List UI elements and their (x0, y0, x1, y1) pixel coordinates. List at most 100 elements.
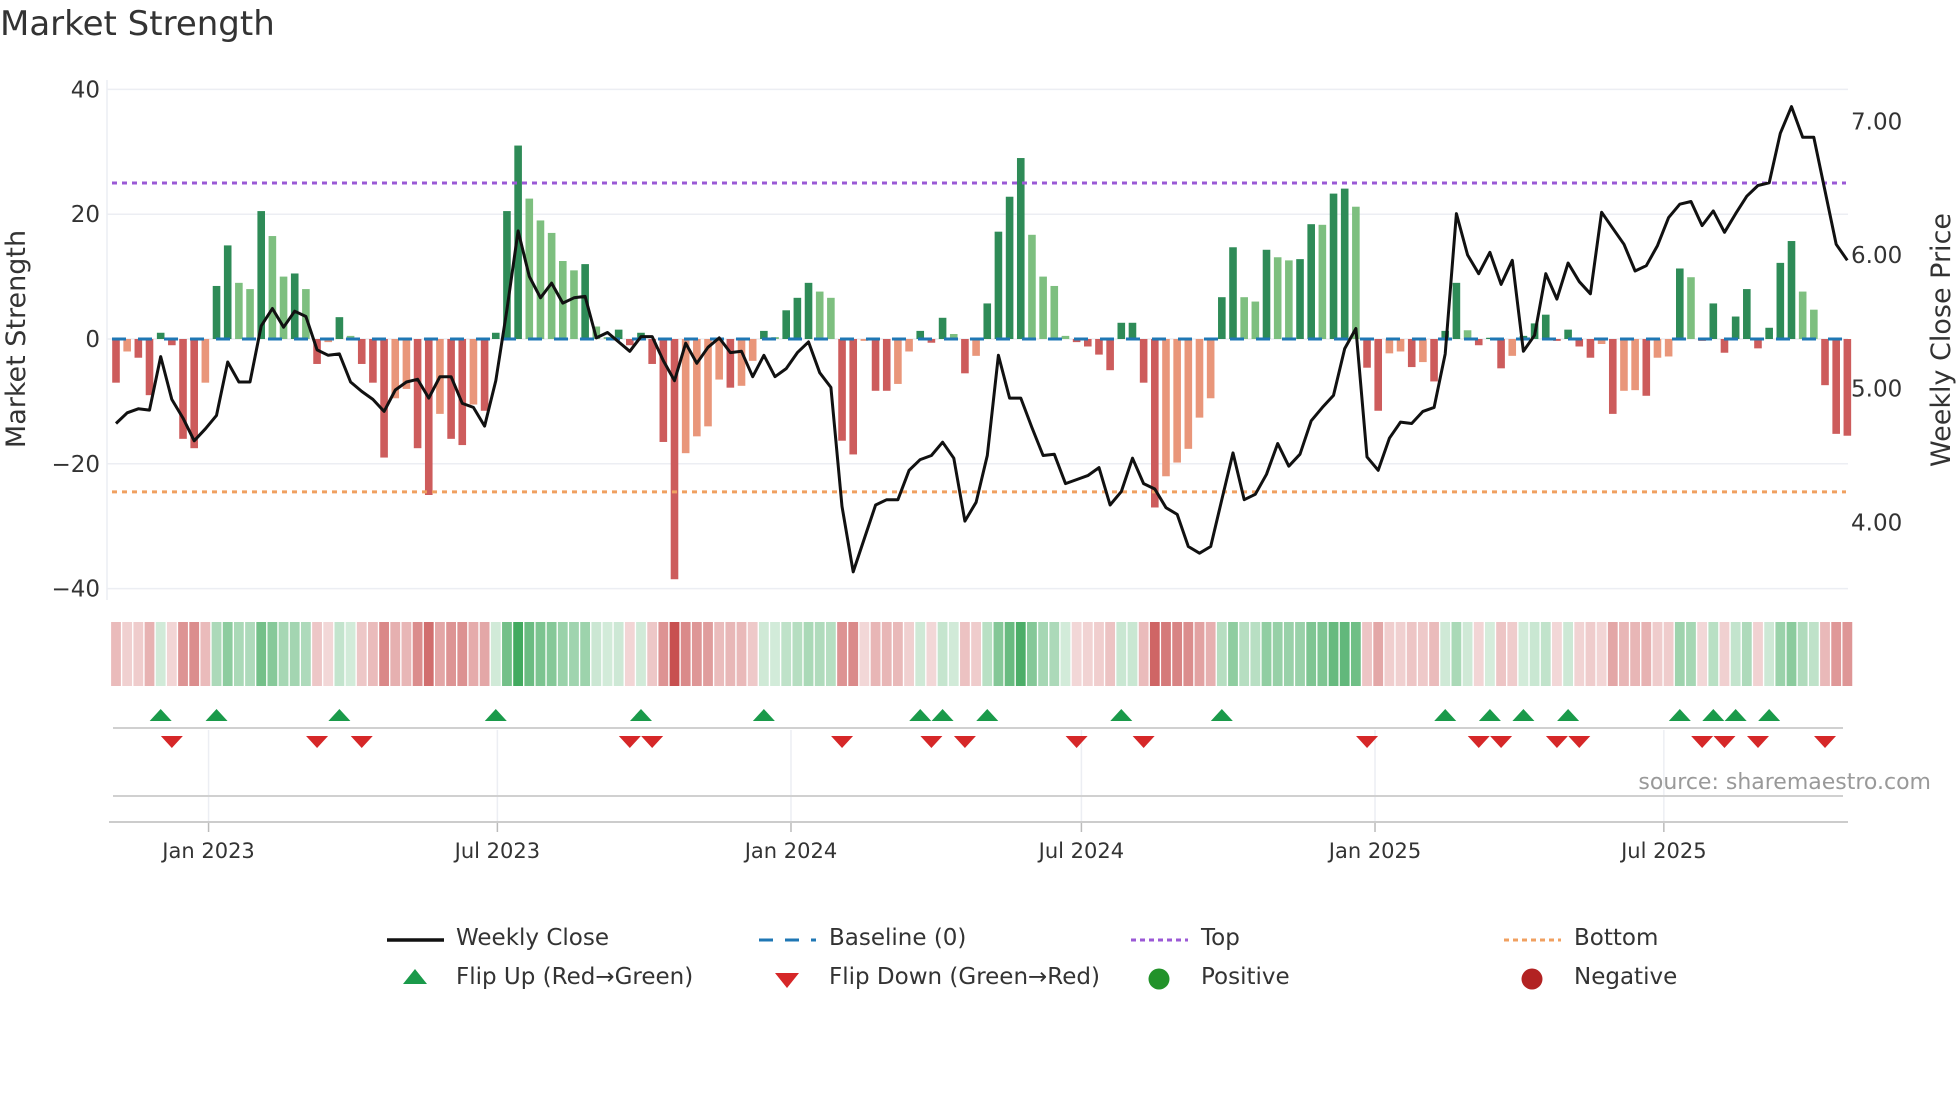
legend-item-label[interactable]: Flip Down (Green→Red) (829, 964, 1100, 990)
heat-cell (256, 622, 267, 686)
heat-cell (233, 622, 244, 686)
heat-cell (770, 622, 780, 686)
bar-negative (1363, 339, 1371, 368)
heat-cell (1775, 622, 1786, 686)
heat-cell (1362, 622, 1372, 686)
legend-item-label[interactable]: Baseline (0) (829, 925, 966, 951)
heat-cell (1842, 622, 1853, 686)
bar-negative (1631, 339, 1639, 391)
heat-cell (1641, 622, 1652, 686)
heat-cell (736, 622, 747, 686)
heat-cell (602, 622, 613, 686)
heat-cell (111, 622, 121, 686)
heat-cell (636, 622, 646, 686)
heat-cell (1529, 622, 1540, 686)
heat-cell (1272, 622, 1283, 686)
legend-item-label[interactable]: Bottom (1574, 925, 1658, 951)
flip-up-marker (328, 709, 351, 721)
bar-negative (1396, 339, 1405, 352)
heat-cell (390, 622, 401, 686)
bar-negative (972, 339, 980, 356)
heat-cell (557, 622, 568, 686)
bar-positive (1541, 314, 1550, 339)
heat-cell (569, 622, 579, 686)
heat-cell (1607, 622, 1618, 686)
legend-item-label[interactable]: Flip Up (Red→Green) (456, 964, 693, 990)
bar-positive (1016, 158, 1025, 339)
bar-negative (1419, 339, 1427, 363)
heat-cell (222, 622, 233, 686)
legend-item-label[interactable]: Positive (1201, 964, 1290, 990)
flip-down-marker (1132, 736, 1155, 748)
bar-positive (1005, 196, 1014, 339)
bar-negative (190, 339, 198, 449)
legend-item-label[interactable]: Negative (1574, 964, 1677, 990)
heat-cell (133, 622, 144, 686)
heat-cell (1652, 622, 1663, 686)
flip-up-marker (1210, 709, 1233, 721)
bar-negative (1642, 339, 1651, 396)
bar-negative (458, 339, 467, 446)
market-strength-chart: 40 20 0 −20 −40 Market Strength 7.00 6.00 5.00 4.… (1, 77, 1957, 990)
heat-cell (948, 622, 959, 686)
x-tick-label: Jan 2023 (160, 839, 255, 863)
heat-cell (155, 622, 166, 686)
bar-negative (1821, 339, 1829, 386)
bar-negative (1374, 339, 1383, 411)
bar-negative (1508, 339, 1517, 356)
bar-positive (1039, 276, 1047, 339)
heat-cell (312, 622, 322, 686)
heat-cell (144, 622, 155, 686)
heat-cell (178, 622, 188, 686)
bar-negative (1832, 339, 1840, 434)
flip-down-marker (160, 736, 183, 748)
heat-cell (859, 622, 870, 686)
heat-cell (423, 622, 434, 686)
bar-positive (223, 245, 232, 339)
bar-negative (1139, 339, 1148, 383)
bar-negative (134, 339, 143, 358)
bar-positive (246, 289, 254, 339)
flip-down-marker (831, 736, 854, 748)
heat-cell (971, 622, 981, 686)
heat-cell (546, 622, 557, 686)
heat-cell (703, 622, 713, 686)
flip-down-marker (1691, 736, 1714, 748)
bar-positive (268, 236, 277, 339)
heat-cell (479, 622, 490, 686)
heat-cell (1585, 622, 1596, 686)
heat-cell (502, 622, 512, 686)
heat-cell (1071, 622, 1082, 686)
heat-cell (189, 622, 200, 686)
flip-up-marker (1668, 709, 1691, 721)
bar-negative (726, 339, 735, 388)
legend-item-label[interactable]: Weekly Close (456, 925, 609, 951)
heat-cell (613, 622, 624, 686)
heat-cell (1194, 622, 1205, 686)
bar-positive (1117, 322, 1126, 339)
legend-item-label[interactable]: Top (1201, 925, 1240, 951)
heat-cell (1306, 622, 1317, 686)
heat-cell (267, 622, 278, 686)
x-tick-label: Jul 2024 (1037, 839, 1124, 863)
y-tick-label: 0 (85, 327, 100, 353)
heat-cell (1417, 622, 1428, 686)
bar-negative (447, 339, 455, 439)
bar-negative (748, 339, 757, 361)
heat-cell (1183, 622, 1194, 686)
heat-cell (535, 622, 546, 686)
y2-tick-label: 6.00 (1851, 243, 1902, 269)
heat-cell (1105, 622, 1116, 686)
heat-cell (580, 622, 591, 686)
bar-positive (212, 285, 221, 339)
heat-cell (1015, 622, 1026, 686)
bar-negative (715, 339, 723, 380)
flip-up-marker (1110, 709, 1133, 721)
heat-cell (412, 622, 423, 686)
heat-cell (1027, 622, 1037, 686)
bar-positive (938, 317, 947, 339)
heat-cell (245, 622, 255, 686)
heat-cell (1596, 622, 1607, 686)
heat-cell (1149, 622, 1160, 686)
bar-negative (905, 339, 913, 352)
